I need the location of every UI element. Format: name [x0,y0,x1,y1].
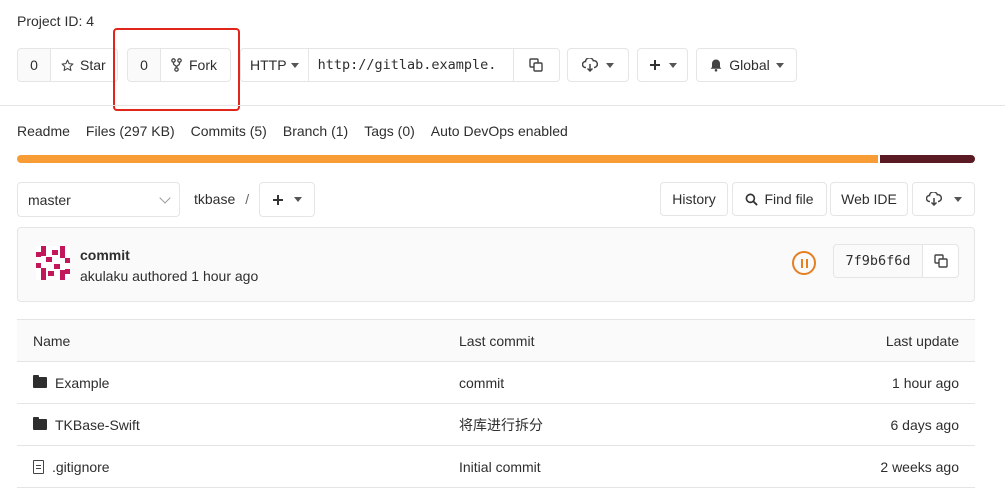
copy-icon [933,254,948,268]
download-source-button[interactable] [912,182,975,216]
project-id: Project ID: 4 [17,13,95,29]
breadcrumb-repo-link[interactable]: tkbase [194,191,235,207]
header-divider [0,105,1005,106]
download-button[interactable] [567,48,629,82]
commit-sha-group: 7f9b6f6d [833,244,959,278]
table-row[interactable]: Example commit 1 hour ago [17,362,975,404]
language-segment [17,155,878,163]
repository-languages-bar [17,155,975,163]
copy-url-button[interactable] [513,48,560,82]
language-segment [880,155,975,163]
copy-sha-button[interactable] [923,244,959,278]
notification-level-label: Global [729,57,770,73]
row-updated: 2 weeks ago [880,458,959,475]
row-commit-link[interactable]: 将库进行拆分 [443,415,743,435]
caret-down-icon [953,196,962,202]
branches-link[interactable]: Branch (1) [283,123,348,139]
star-label: Star [80,57,106,73]
cloud-download-icon [582,58,598,72]
commit-author-meta: akulaku authored 1 hour ago [80,268,259,284]
star-button-group: 0 Star [17,48,118,82]
history-button[interactable]: History [660,182,728,216]
breadcrumb: tkbase / [194,191,249,207]
row-updated: 6 days ago [890,416,960,433]
row-updated: 1 hour ago [892,374,959,391]
plus-icon [273,194,283,205]
star-icon [61,59,74,71]
find-file-label: Find file [764,191,814,207]
branch-name: master [28,191,71,208]
caret-down-icon [668,62,677,68]
breadcrumb-separator: / [245,191,250,207]
folder-icon [33,375,47,388]
pipeline-paused-icon[interactable] [792,251,816,275]
last-commit-panel: commit akulaku authored 1 hour ago 7f9b6… [17,227,975,302]
tags-link[interactable]: Tags (0) [364,123,415,139]
caret-down-icon [606,62,614,68]
file-name-link[interactable]: Example [55,375,109,391]
commit-sha[interactable]: 7f9b6f6d [833,244,923,278]
notification-settings-button[interactable]: Global [696,48,797,82]
header-name: Name [33,332,71,349]
caret-down-icon [294,197,302,202]
file-name-link[interactable]: .gitignore [52,459,110,475]
table-row[interactable]: TKBase-Swift 将库进行拆分 6 days ago [17,404,975,446]
branch-select[interactable]: master [17,182,180,217]
header-last-commit: Last commit [459,332,535,349]
clone-protocol-dropdown[interactable]: HTTP [240,48,308,82]
auto-devops-link[interactable]: Auto DevOps enabled [431,123,568,139]
file-tree-table: Name Last commit Last update Example com… [17,319,975,488]
avatar[interactable] [36,246,70,280]
table-header: Name Last commit Last update [17,320,975,362]
clone-url-group: HTTP http://gitlab.example. [240,48,560,82]
project-stats-nav: Readme Files (297 KB) Commits (5) Branch… [17,123,568,139]
cloud-download-icon [925,192,942,206]
caret-down-icon [290,62,299,68]
find-file-button[interactable]: Find file [732,182,827,216]
row-commit-link[interactable]: Initial commit [443,459,743,475]
files-link[interactable]: Files (297 KB) [86,123,175,139]
readme-link[interactable]: Readme [17,123,70,139]
add-to-tree-button[interactable] [259,182,315,217]
bell-icon [710,59,722,72]
clone-protocol-label: HTTP [250,57,287,73]
file-name-link[interactable]: TKBase-Swift [55,417,140,433]
clone-url-field[interactable]: http://gitlab.example. [307,48,514,82]
folder-icon [33,417,47,430]
plus-icon [649,60,660,70]
copy-icon [529,58,543,72]
star-count[interactable]: 0 [17,48,51,82]
new-item-button[interactable] [637,48,688,82]
file-icon [33,459,44,474]
web-ide-button[interactable]: Web IDE [830,182,908,216]
header-last-update: Last update [885,332,959,349]
commits-link[interactable]: Commits (5) [191,123,267,139]
caret-down-icon [775,62,784,68]
row-commit-link[interactable]: commit [443,375,743,391]
search-icon [746,193,759,206]
fork-highlight-box [113,28,240,111]
star-button[interactable]: Star [51,48,118,82]
chevron-down-icon [159,191,171,204]
table-row[interactable]: .gitignore Initial commit 2 weeks ago [17,446,975,488]
commit-title-link[interactable]: commit [80,247,130,263]
